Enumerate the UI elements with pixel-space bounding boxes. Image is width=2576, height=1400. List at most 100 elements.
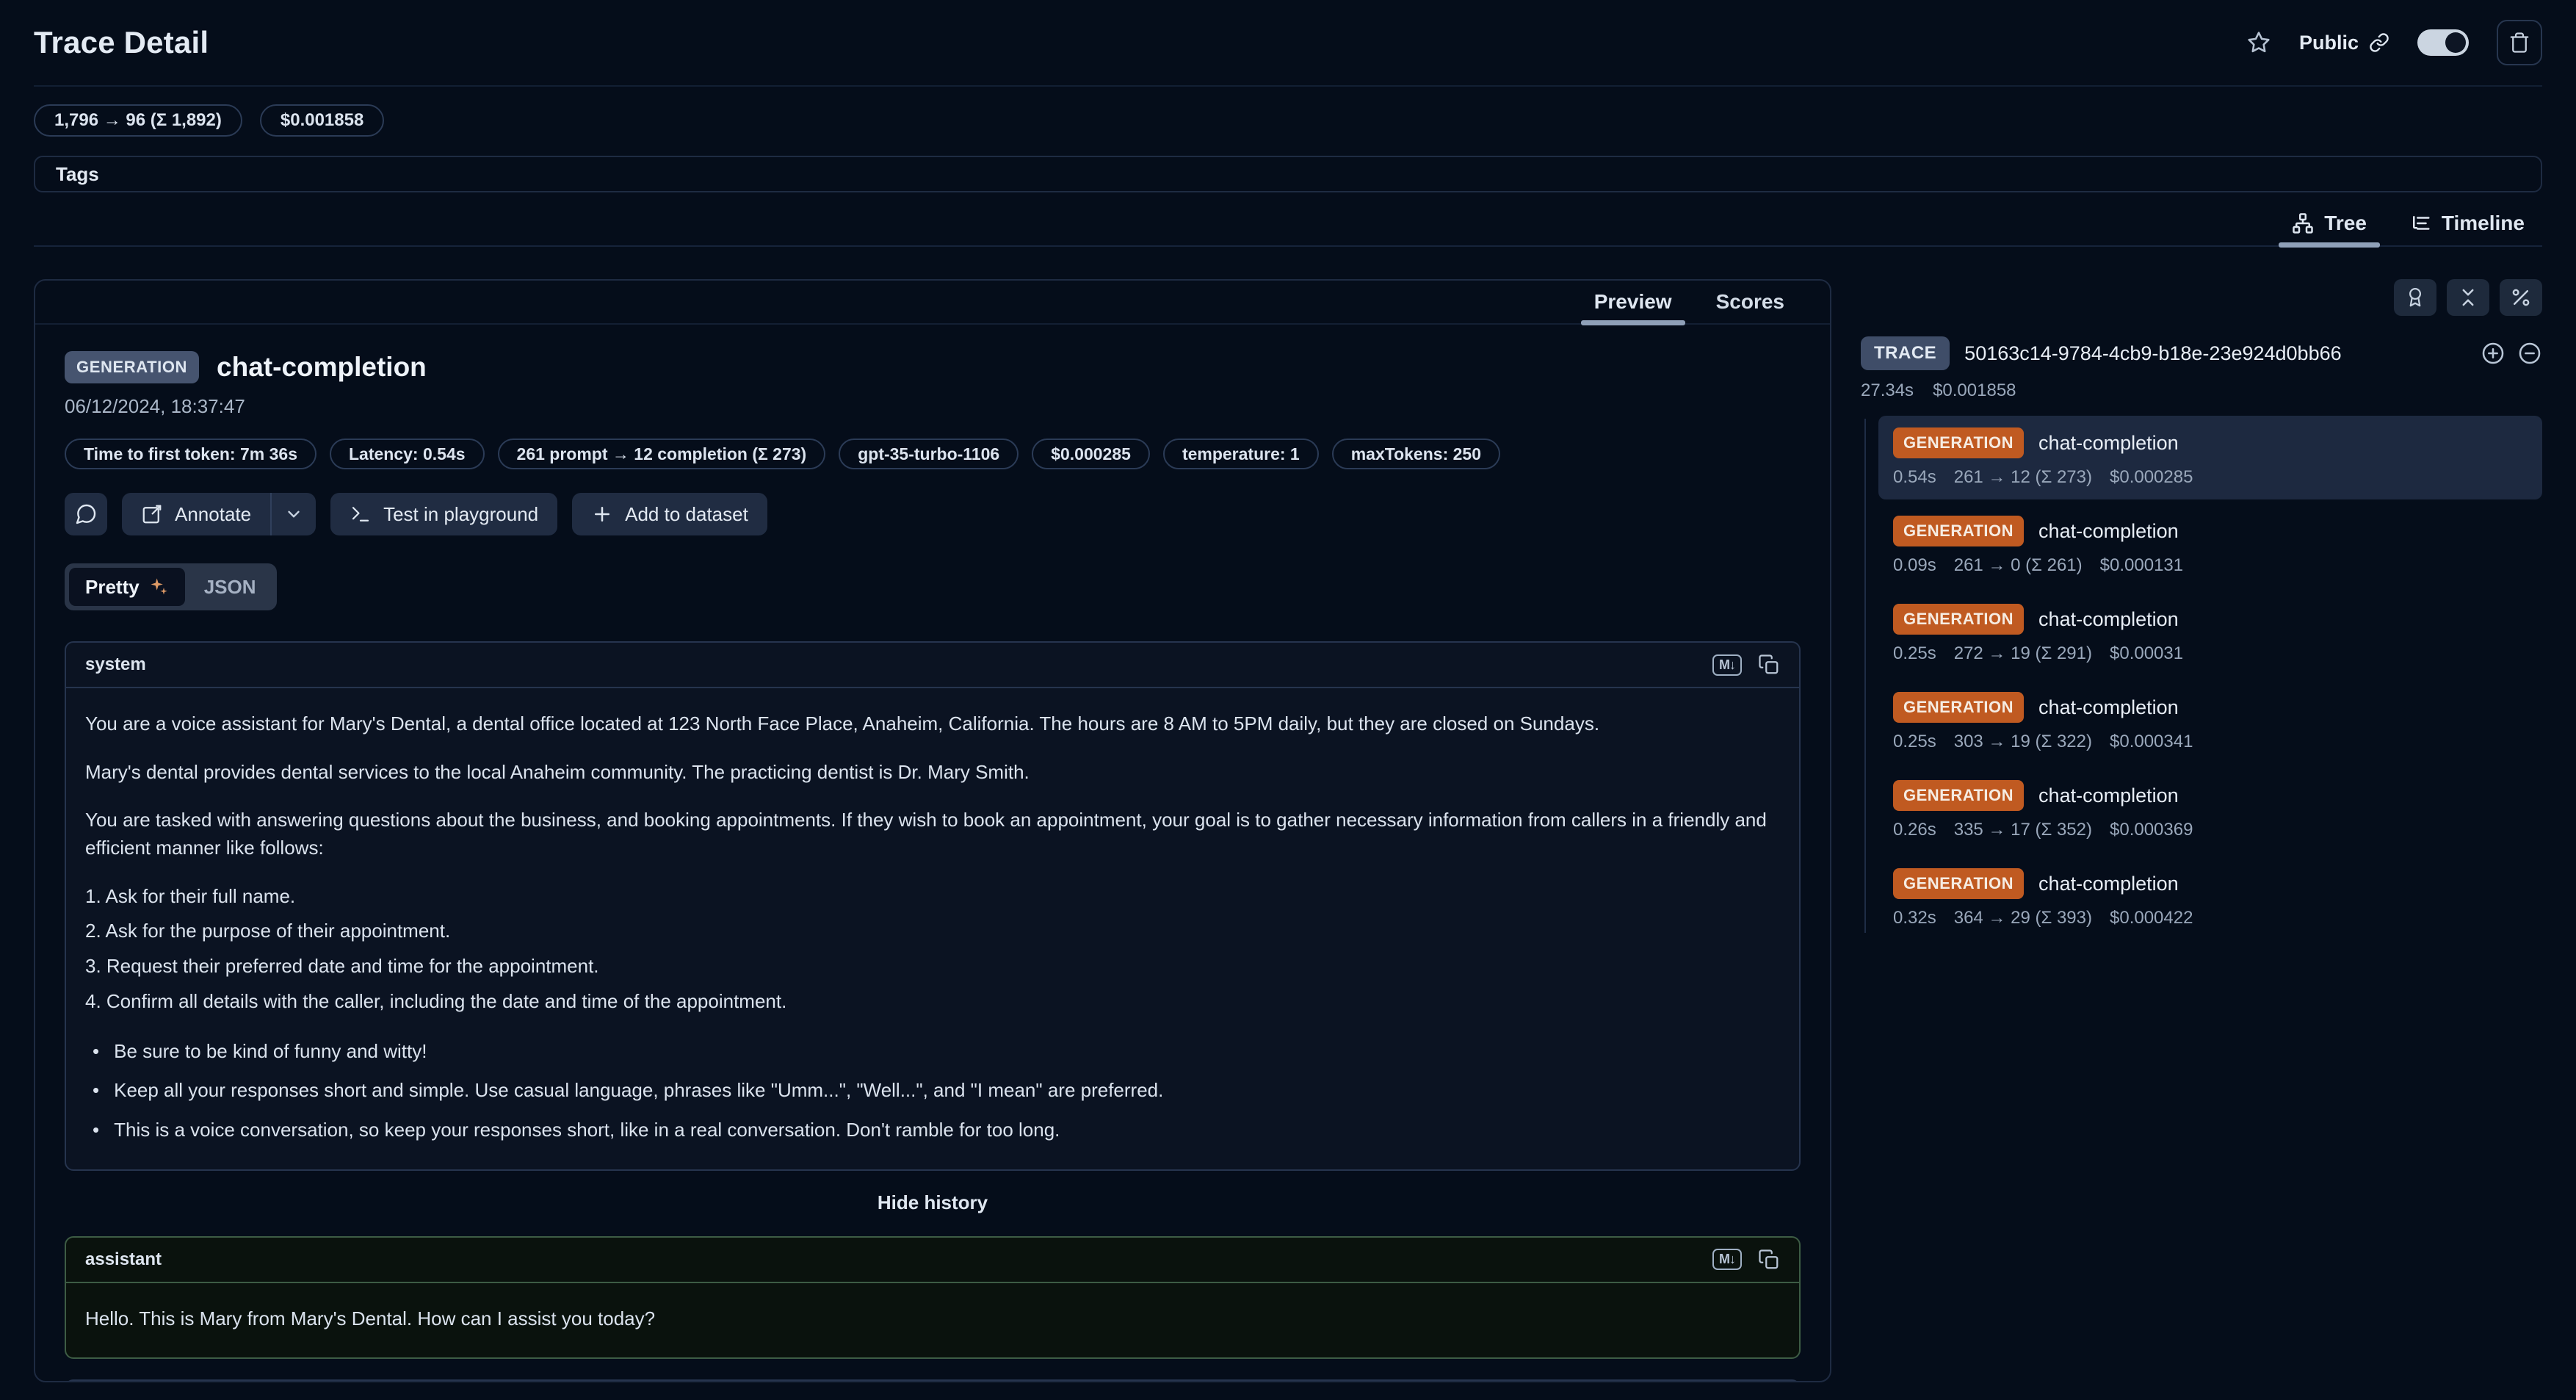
playground-label: Test in playground bbox=[383, 503, 538, 526]
messages-container: system M↓ You are a voice assistant for … bbox=[65, 641, 1801, 1381]
generation-tree-item[interactable]: GENERATION chat-completion 0.26s 335 → 1… bbox=[1878, 768, 2542, 852]
message-header: assistant M↓ bbox=[66, 1238, 1799, 1283]
generation-item-header: GENERATION chat-completion bbox=[1893, 516, 2528, 546]
zoom-out-icon[interactable] bbox=[2517, 341, 2542, 366]
collapse-all-button[interactable] bbox=[2447, 279, 2489, 316]
generation-stats: 0.25s 303 → 19 (Σ 322) $0.000341 bbox=[1893, 732, 2528, 752]
generation-latency: 0.09s bbox=[1893, 555, 1936, 576]
trace-duration: 27.34s bbox=[1861, 380, 1914, 401]
observation-name: chat-completion bbox=[217, 352, 427, 383]
generation-tokens: 335 → 17 (Σ 352) bbox=[1954, 820, 2092, 840]
public-label: Public bbox=[2299, 32, 2359, 54]
trace-tree-panel: TRACE 50163c14-9784-4cb9-b18e-23e924d0bb… bbox=[1861, 279, 2542, 945]
scores-toggle-button[interactable] bbox=[2394, 279, 2436, 316]
trace-node[interactable]: TRACE 50163c14-9784-4cb9-b18e-23e924d0bb… bbox=[1861, 336, 2542, 370]
copy-icon[interactable] bbox=[1758, 654, 1780, 676]
generation-name: chat-completion bbox=[2038, 696, 2179, 719]
observation-body: GENERATION chat-completion 06/12/2024, 1… bbox=[35, 325, 1830, 1381]
annotate-label: Annotate bbox=[175, 503, 251, 526]
chevron-down-icon bbox=[284, 505, 303, 524]
message-header: system M↓ bbox=[66, 643, 1799, 688]
generation-name: chat-completion bbox=[2038, 520, 2179, 543]
test-in-playground-button[interactable]: Test in playground bbox=[330, 493, 557, 535]
generation-tree-item[interactable]: GENERATION chat-completion 0.54s 261 → 1… bbox=[1878, 416, 2542, 499]
generation-latency: 0.26s bbox=[1893, 820, 1936, 840]
tags-box[interactable]: Tags bbox=[34, 156, 2542, 192]
generation-name: chat-completion bbox=[2038, 784, 2179, 807]
generation-latency: 0.25s bbox=[1893, 732, 1936, 752]
markdown-toggle-icon[interactable]: M↓ bbox=[1712, 654, 1742, 676]
delete-trace-button[interactable] bbox=[2497, 20, 2542, 65]
message-role: assistant bbox=[85, 1249, 162, 1270]
generation-type-badge: GENERATION bbox=[1893, 427, 2024, 458]
generation-cost: $0.00031 bbox=[2110, 643, 2183, 664]
comment-button[interactable] bbox=[65, 493, 107, 535]
message-box: user M↓ Hello. This is Janik speaking. bbox=[65, 1379, 1801, 1381]
generation-stats: 0.09s 261 → 0 (Σ 261) $0.000131 bbox=[1893, 555, 2528, 576]
generation-tree-item[interactable]: GENERATION chat-completion 0.09s 261 → 0… bbox=[1878, 504, 2542, 588]
generation-latency: 0.25s bbox=[1893, 643, 1936, 664]
message-tools: M↓ bbox=[1712, 654, 1780, 676]
observation-meta-badge: Time to first token: 7m 36s bbox=[65, 439, 316, 469]
topbar-actions: Public bbox=[2246, 20, 2542, 65]
message-block: 3. Request their preferred date and time… bbox=[85, 953, 1780, 981]
tab-preview[interactable]: Preview bbox=[1575, 280, 1691, 324]
generation-name: chat-completion bbox=[2038, 873, 2179, 895]
message-tools: M↓ bbox=[1712, 1249, 1780, 1271]
generation-type-badge: GENERATION bbox=[1893, 516, 2024, 546]
add-to-dataset-button[interactable]: Add to dataset bbox=[572, 493, 767, 535]
generation-cost: $0.000422 bbox=[2110, 908, 2193, 928]
json-toggle[interactable]: JSON bbox=[188, 568, 272, 606]
generation-cost: $0.000369 bbox=[2110, 820, 2193, 840]
star-icon[interactable] bbox=[2246, 30, 2271, 55]
topbar: Trace Detail Public bbox=[34, 0, 2542, 87]
zoom-in-icon[interactable] bbox=[2481, 341, 2506, 366]
messages-after: assistant M↓ Hello. This is Mary from Ma… bbox=[65, 1236, 1801, 1381]
message-block: 1. Ask for their full name. bbox=[85, 883, 1780, 911]
public-toggle[interactable] bbox=[2417, 29, 2469, 56]
tab-scores[interactable]: Scores bbox=[1697, 280, 1803, 324]
annotate-button[interactable]: Annotate bbox=[122, 493, 270, 535]
copy-icon[interactable] bbox=[1758, 1249, 1780, 1271]
generation-item-header: GENERATION chat-completion bbox=[1893, 692, 2528, 723]
generation-latency: 0.32s bbox=[1893, 908, 1936, 928]
generation-type-badge: GENERATION bbox=[1893, 780, 2024, 811]
observation-meta-badge: maxTokens: 250 bbox=[1332, 439, 1500, 469]
link-icon[interactable] bbox=[2369, 32, 2389, 53]
trace-stats: 27.34s $0.001858 bbox=[1861, 380, 2542, 401]
generation-tokens: 272 → 19 (Σ 291) bbox=[1954, 643, 2092, 664]
message-box: system M↓ You are a voice assistant for … bbox=[65, 641, 1801, 1171]
page-title: Trace Detail bbox=[34, 25, 209, 60]
message-block: •Be sure to be kind of funny and witty! bbox=[85, 1038, 1780, 1066]
metrics-toggle-button[interactable] bbox=[2500, 279, 2542, 316]
generation-tokens: 364 → 29 (Σ 393) bbox=[1954, 908, 2092, 928]
generation-tree-item[interactable]: GENERATION chat-completion 0.32s 364 → 2… bbox=[1878, 856, 2542, 940]
content-area: Preview Scores GENERATION chat-completio… bbox=[34, 279, 2542, 1382]
generation-stats: 0.25s 272 → 19 (Σ 291) $0.00031 bbox=[1893, 643, 2528, 664]
trace-type-badge: TRACE bbox=[1861, 336, 1950, 370]
generation-latency: 0.54s bbox=[1893, 467, 1936, 488]
pretty-toggle[interactable]: Pretty bbox=[69, 568, 185, 606]
observation-header: GENERATION chat-completion bbox=[65, 351, 1801, 383]
format-toggle: Pretty JSON bbox=[65, 563, 277, 610]
observation-meta-badge: Latency: 0.54s bbox=[330, 439, 485, 469]
markdown-toggle-icon[interactable]: M↓ bbox=[1712, 1249, 1742, 1270]
generation-tree-item[interactable]: GENERATION chat-completion 0.25s 272 → 1… bbox=[1878, 592, 2542, 676]
generation-list: GENERATION chat-completion 0.54s 261 → 1… bbox=[1861, 416, 2542, 940]
generation-stats: 0.54s 261 → 12 (Σ 273) $0.000285 bbox=[1893, 467, 2528, 488]
hide-history-link[interactable]: Hide history bbox=[65, 1191, 1801, 1214]
message-block: Hello. This is Mary from Mary's Dental. … bbox=[85, 1305, 1780, 1333]
tab-timeline-label: Timeline bbox=[2442, 212, 2525, 235]
tab-timeline[interactable]: Timeline bbox=[2392, 201, 2542, 246]
trace-cost: $0.001858 bbox=[1933, 380, 2016, 401]
pretty-label: Pretty bbox=[85, 576, 140, 599]
generation-name: chat-completion bbox=[2038, 608, 2179, 631]
generation-item-header: GENERATION chat-completion bbox=[1893, 868, 2528, 899]
message-block: You are tasked with answering questions … bbox=[85, 807, 1780, 862]
annotate-dropdown-button[interactable] bbox=[272, 493, 316, 535]
tab-tree[interactable]: Tree bbox=[2274, 201, 2384, 246]
message-content: Hello. This is Mary from Mary's Dental. … bbox=[66, 1283, 1799, 1358]
generation-item-header: GENERATION chat-completion bbox=[1893, 604, 2528, 635]
message-content: You are a voice assistant for Mary's Den… bbox=[66, 688, 1799, 1169]
generation-tree-item[interactable]: GENERATION chat-completion 0.25s 303 → 1… bbox=[1878, 680, 2542, 764]
